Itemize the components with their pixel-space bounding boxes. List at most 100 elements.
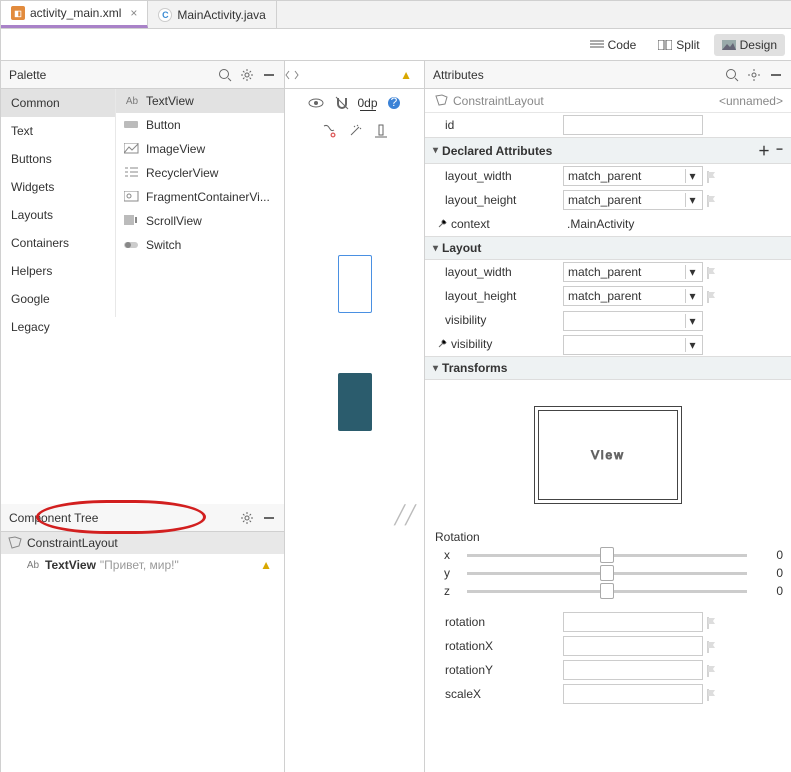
default-margin-button[interactable]: 0dp xyxy=(360,95,376,111)
palette-item-recyclerview[interactable]: RecyclerView xyxy=(116,161,284,185)
tree-child-label: TextView xyxy=(45,558,96,572)
scalex-label: scaleX xyxy=(433,687,563,701)
scalex-input[interactable] xyxy=(563,684,703,704)
rotation-z-slider[interactable] xyxy=(467,590,747,593)
palette-item-scrollview[interactable]: ScrollView xyxy=(116,209,284,233)
palette-header: Palette xyxy=(1,61,284,89)
minimize-icon[interactable] xyxy=(769,68,783,82)
rotation-z-label: z xyxy=(433,584,461,598)
close-tab-icon[interactable]: × xyxy=(126,6,137,20)
attributes-widget-row: ConstraintLayout <unnamed> xyxy=(425,89,791,113)
tab-label: MainActivity.java xyxy=(177,8,265,22)
palette-item-button[interactable]: Button xyxy=(116,113,284,137)
gear-icon[interactable] xyxy=(240,68,254,82)
warning-icon[interactable]: ▲ xyxy=(400,68,418,82)
guideline-icon[interactable] xyxy=(373,123,389,139)
mode-design-button[interactable]: Design xyxy=(714,34,785,56)
tab-mainactivity-java[interactable]: C MainActivity.java xyxy=(148,1,276,28)
rotationx-input[interactable] xyxy=(563,636,703,656)
split-icon xyxy=(658,40,672,50)
flag-icon[interactable] xyxy=(707,291,719,303)
section-layout[interactable]: ▾ Layout xyxy=(425,236,791,260)
palette-item-imageview[interactable]: ImageView xyxy=(116,137,284,161)
widget-type-label: ConstraintLayout xyxy=(453,94,544,108)
xml-file-icon: ◧ xyxy=(11,6,25,20)
rotation-x-slider[interactable] xyxy=(467,554,747,557)
palette-cat-text[interactable]: Text xyxy=(1,117,115,145)
layout-height-label: layout_height xyxy=(433,289,563,303)
rotation-y-slider[interactable] xyxy=(467,572,747,575)
device-preview-dark[interactable] xyxy=(338,373,372,431)
palette-items: AbTextView Button ImageView RecyclerView… xyxy=(116,89,284,317)
mode-code-button[interactable]: Code xyxy=(582,34,645,56)
wrench-icon xyxy=(437,339,447,349)
flag-icon[interactable] xyxy=(707,617,719,629)
eye-icon[interactable] xyxy=(308,95,324,111)
clear-constraints-icon[interactable] xyxy=(321,123,337,139)
flag-icon[interactable] xyxy=(707,267,719,279)
visibility-tool-select[interactable]: ▾ xyxy=(563,335,703,355)
rotation-x-value: 0 xyxy=(753,548,783,562)
add-attribute-icon[interactable]: ＋ xyxy=(758,142,770,159)
palette-cat-widgets[interactable]: Widgets xyxy=(1,173,115,201)
palette-item-fragmentcontainer[interactable]: FragmentContainerVi... xyxy=(116,185,284,209)
warning-icon[interactable]: ▲ xyxy=(260,558,278,572)
rotationx-label: rotationX xyxy=(433,639,563,653)
component-tree-title: Component Tree xyxy=(9,511,98,525)
palette-cat-layouts[interactable]: Layouts xyxy=(1,201,115,229)
id-input[interactable] xyxy=(563,115,703,135)
flag-icon[interactable] xyxy=(707,689,719,701)
palette-cat-google[interactable]: Google xyxy=(1,285,115,313)
palette-categories: Common Text Buttons Widgets Layouts Cont… xyxy=(1,89,116,317)
layout-height-label: layout_height xyxy=(433,193,563,207)
collapse-icon[interactable] xyxy=(285,70,299,80)
chevron-down-icon: ▾ xyxy=(433,243,438,254)
palette-item-switch[interactable]: Switch xyxy=(116,233,284,257)
layout-height-select[interactable]: match_parent▾ xyxy=(563,190,703,210)
resize-handle-icon[interactable]: ╱╱ xyxy=(394,505,416,526)
device-preview-light[interactable] xyxy=(338,255,372,313)
tree-node-constraintlayout[interactable]: ConstraintLayout xyxy=(1,532,284,554)
magic-wand-icon[interactable] xyxy=(347,123,363,139)
chevron-down-icon: ▾ xyxy=(685,169,699,183)
palette-title: Palette xyxy=(9,68,46,82)
remove-attribute-icon[interactable]: − xyxy=(776,142,783,159)
tree-node-textview[interactable]: Ab TextView "Привет, мир!" ▲ xyxy=(1,554,284,576)
java-class-icon: C xyxy=(158,8,172,22)
minimize-icon[interactable] xyxy=(262,68,276,82)
palette-cat-common[interactable]: Common xyxy=(1,89,115,117)
gear-icon[interactable] xyxy=(747,68,761,82)
rotation-y-value: 0 xyxy=(753,566,783,580)
search-icon[interactable] xyxy=(725,68,739,82)
visibility-label: visibility xyxy=(433,313,563,327)
search-icon[interactable] xyxy=(218,68,232,82)
tab-activity-main-xml[interactable]: ◧ activity_main.xml × xyxy=(1,1,148,28)
palette-item-textview[interactable]: AbTextView xyxy=(116,89,284,113)
layout-height-select[interactable]: match_parent▾ xyxy=(563,286,703,306)
magnet-icon[interactable] xyxy=(334,95,350,111)
tree-node-label: ConstraintLayout xyxy=(27,536,118,550)
tab-label: activity_main.xml xyxy=(30,6,121,20)
palette-cat-buttons[interactable]: Buttons xyxy=(1,145,115,173)
flag-icon[interactable] xyxy=(707,195,719,207)
gear-icon[interactable] xyxy=(240,511,254,525)
switch-icon xyxy=(124,239,140,251)
palette-cat-helpers[interactable]: Helpers xyxy=(1,257,115,285)
rotationy-input[interactable] xyxy=(563,660,703,680)
help-icon[interactable]: ? xyxy=(386,95,402,111)
flag-icon[interactable] xyxy=(707,641,719,653)
layout-width-select[interactable]: match_parent▾ xyxy=(563,262,703,282)
mode-split-button[interactable]: Split xyxy=(650,34,707,56)
layout-width-select[interactable]: match_parent▾ xyxy=(563,166,703,186)
palette-cat-containers[interactable]: Containers xyxy=(1,229,115,257)
section-declared-attributes[interactable]: ▾ Declared Attributes ＋− xyxy=(425,137,791,164)
flag-icon[interactable] xyxy=(707,171,719,183)
context-input[interactable] xyxy=(563,214,703,234)
section-transforms[interactable]: ▾ Transforms xyxy=(425,356,791,380)
recyclerview-icon xyxy=(124,167,140,179)
visibility-select[interactable]: ▾ xyxy=(563,311,703,331)
flag-icon[interactable] xyxy=(707,665,719,677)
minimize-icon[interactable] xyxy=(262,511,276,525)
wrench-icon xyxy=(437,219,447,229)
rotation-input[interactable] xyxy=(563,612,703,632)
